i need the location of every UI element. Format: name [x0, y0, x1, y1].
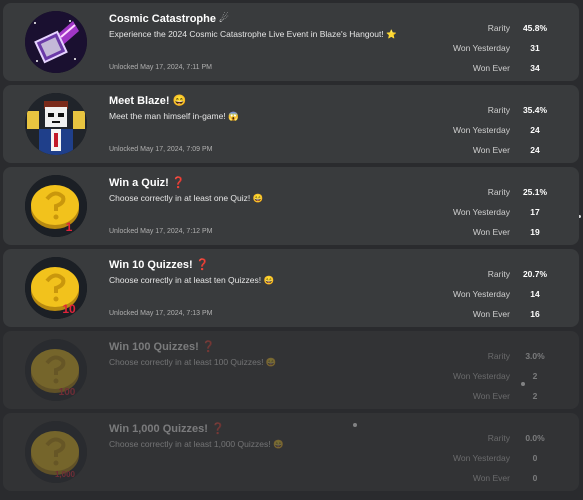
rarity-label: Rarity — [487, 23, 510, 33]
badge-stats: Rarity 35.4% Won Yesterday 24 Won Ever 24 — [418, 100, 548, 160]
won-ever-label: Won Ever — [472, 309, 510, 319]
badge-stats: Rarity 20.7% Won Yesterday 14 Won Ever 16 — [418, 264, 548, 324]
rarity-label: Rarity — [487, 351, 510, 361]
badge-card-win-1000-quizzes[interactable]: 1,000 Win 1,000 Quizzes! ❓ Choose correct… — [3, 413, 579, 491]
badge-card-win-a-quiz[interactable]: 1 Win a Quiz! ❓ Choose correctly in at le… — [3, 167, 579, 245]
won-yesterday-label: Won Yesterday — [452, 371, 510, 381]
won-ever-value: 19 — [530, 227, 540, 237]
won-yesterday-value: 17 — [530, 207, 540, 217]
badge-card-meet-blaze[interactable]: Meet Blaze! 😄 Meet the man himself in-gam… — [3, 85, 579, 163]
badge-title: Meet Blaze! 😄 — [109, 95, 187, 107]
won-yesterday-label: Won Yesterday — [452, 43, 510, 53]
badge-title: Win a Quiz! ❓ — [109, 177, 186, 189]
badge-description: Choose correctly in at least one Quiz! 😄 — [109, 193, 264, 203]
rarity-label: Rarity — [487, 187, 510, 197]
won-ever-value: 0 — [532, 473, 538, 483]
won-ever-label: Won Ever — [472, 391, 510, 401]
quiz-coin-icon: 100 — [25, 339, 87, 401]
badge-description: Choose correctly in at least 100 Quizzes… — [109, 357, 277, 367]
badge-stats: Rarity 0.0% Won Yesterday 0 Won Ever 0 — [418, 428, 548, 488]
won-yesterday-label: Won Yesterday — [452, 453, 510, 463]
badge-card-win-10-quizzes[interactable]: 10 Win 10 Quizzes! ❓ Choose correctly in … — [3, 249, 579, 327]
badge-card-cosmic-catastrophe[interactable]: Cosmic Catastrophe ☄ Experience the 2024 … — [3, 3, 579, 81]
badge-description: Choose correctly in at least 1,000 Quizz… — [109, 439, 284, 449]
badge-title: Cosmic Catastrophe ☄ — [109, 13, 229, 25]
badge-description: Experience the 2024 Cosmic Catastrophe L… — [109, 29, 397, 39]
badge-title: Win 1,000 Quizzes! ❓ — [109, 423, 225, 435]
badge-list: Cosmic Catastrophe ☄ Experience the 2024 … — [3, 3, 579, 495]
won-yesterday-value: 2 — [532, 371, 538, 381]
won-yesterday-value: 0 — [532, 453, 538, 463]
rarity-value: 20.7% — [522, 269, 548, 279]
coin-number: 1 — [66, 220, 73, 234]
won-yesterday-value: 24 — [530, 125, 540, 135]
won-ever-value: 24 — [530, 145, 540, 155]
quiz-coin-icon: 1 — [25, 175, 87, 237]
badge-stats: Rarity 25.1% Won Yesterday 17 Won Ever 19 — [418, 182, 548, 242]
badge-stats: Rarity 3.0% Won Yesterday 2 Won Ever 2 — [418, 346, 548, 406]
won-yesterday-label: Won Yesterday — [452, 207, 510, 217]
rarity-value: 0.0% — [525, 433, 545, 443]
won-ever-value: 2 — [532, 391, 538, 401]
blaze-avatar-icon — [25, 93, 87, 155]
badge-title: Win 10 Quizzes! ❓ — [109, 259, 210, 271]
won-ever-label: Won Ever — [472, 227, 510, 237]
won-ever-label: Won Ever — [472, 63, 510, 73]
unlocked-date: Unlocked May 17, 2024, 7:12 PM — [109, 228, 213, 235]
rarity-value: 45.8% — [522, 23, 548, 33]
unlocked-date: Unlocked May 17, 2024, 7:13 PM — [109, 310, 213, 317]
coin-number: 1,000 — [55, 470, 76, 479]
badge-description: Meet the man himself in-game! 😱 — [109, 111, 239, 121]
badge-title: Win 100 Quizzes! ❓ — [109, 341, 216, 353]
won-ever-label: Won Ever — [472, 473, 510, 483]
won-yesterday-label: Won Yesterday — [452, 125, 510, 135]
coin-number: 100 — [59, 387, 76, 398]
rarity-value: 3.0% — [525, 351, 545, 361]
badge-description: Choose correctly in at least ten Quizzes… — [109, 275, 275, 285]
badge-stats: Rarity 45.8% Won Yesterday 31 Won Ever 34 — [418, 18, 548, 78]
rarity-label: Rarity — [487, 433, 510, 443]
rarity-value: 35.4% — [522, 105, 548, 115]
cosmic-badge-icon — [25, 11, 87, 73]
badge-card-win-100-quizzes[interactable]: 100 Win 100 Quizzes! ❓ Choose correctly i… — [3, 331, 579, 409]
rarity-label: Rarity — [487, 105, 510, 115]
quiz-coin-icon: 10 — [25, 257, 87, 319]
quiz-coin-icon: 1,000 — [25, 421, 87, 483]
won-yesterday-value: 31 — [530, 43, 540, 53]
won-ever-value: 16 — [530, 309, 540, 319]
won-yesterday-label: Won Yesterday — [452, 289, 510, 299]
rarity-value: 25.1% — [522, 187, 548, 197]
unlocked-date: Unlocked May 17, 2024, 7:09 PM — [109, 146, 213, 153]
won-ever-label: Won Ever — [472, 145, 510, 155]
rarity-label: Rarity — [487, 269, 510, 279]
unlocked-date: Unlocked May 17, 2024, 7:11 PM — [109, 64, 212, 71]
coin-number: 10 — [62, 302, 76, 316]
won-ever-value: 34 — [530, 63, 540, 73]
won-yesterday-value: 14 — [530, 289, 540, 299]
